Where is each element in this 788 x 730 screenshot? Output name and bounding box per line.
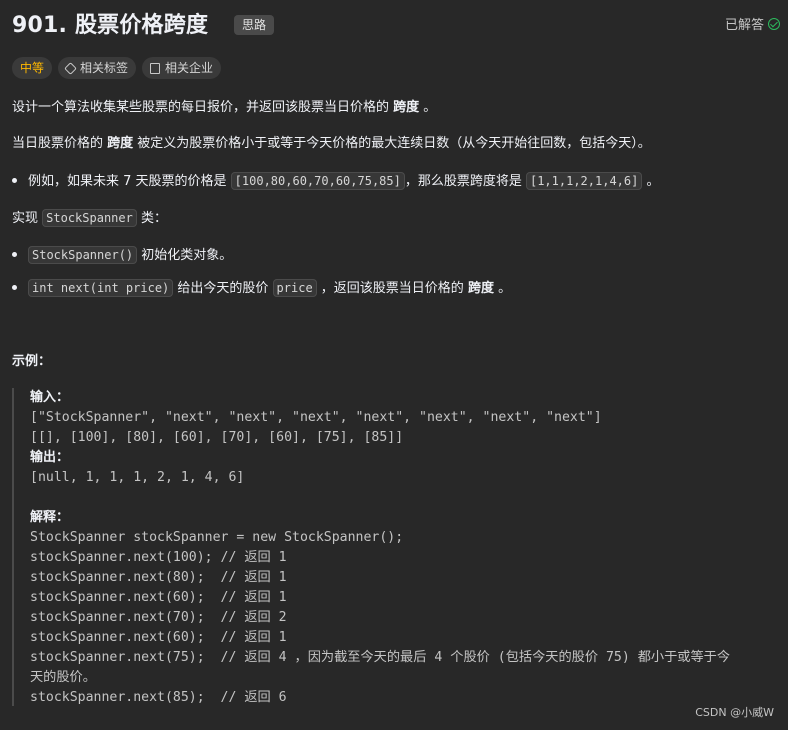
inline-code: price bbox=[272, 279, 317, 297]
inline-code: int next(int price) bbox=[28, 279, 174, 297]
text: 初始化类对象。 bbox=[137, 248, 233, 263]
solved-label: 已解答 bbox=[724, 18, 764, 33]
example-heading: 示例： bbox=[12, 354, 52, 369]
text: 给出今天的股价 bbox=[173, 281, 273, 296]
explain-label: 解释： bbox=[30, 510, 70, 525]
explain-line: stockSpanner.next(80); // 返回 1 bbox=[30, 570, 287, 585]
description-paragraph-1: 设计一个算法收集某些股票的每日报价，并返回该股票当日价格的 跨度 。 bbox=[12, 98, 436, 118]
next-method-bullet: int next(int price) 给出今天的股价 price ，返回该股票… bbox=[12, 278, 511, 299]
bold-text: 跨度 bbox=[467, 281, 494, 296]
text: 当日股票价格的 bbox=[12, 136, 108, 151]
difficulty-badge[interactable]: 中等 bbox=[12, 57, 53, 79]
explain-line: 天的股价。 bbox=[30, 670, 96, 685]
input-line-1: ["StockSpanner", "next", "next", "next",… bbox=[30, 410, 602, 425]
problem-header: 901. 股票价格跨度 思路 已解答 bbox=[12, 10, 780, 42]
explain-line: stockSpanner.next(60); // 返回 1 bbox=[30, 630, 287, 645]
building-icon bbox=[150, 62, 161, 74]
inline-code: StockSpanner() bbox=[28, 246, 138, 264]
problem-title[interactable]: 901. 股票价格跨度 bbox=[12, 10, 208, 42]
text: ，返回该股票当日价格的 bbox=[316, 281, 468, 296]
text: 实现 bbox=[12, 211, 43, 226]
constructor-bullet: StockSpanner() 初始化类对象。 bbox=[12, 245, 232, 266]
problem-page: 901. 股票价格跨度 思路 已解答 中等 相关标签 相关企业 设计一个算法收集… bbox=[0, 0, 788, 730]
related-tags-button[interactable]: 相关标签 bbox=[58, 57, 137, 79]
related-tags-label: 相关标签 bbox=[80, 61, 129, 75]
explain-line: stockSpanner.next(70); // 返回 2 bbox=[30, 610, 287, 625]
bold-text: 跨度 bbox=[107, 136, 134, 151]
output-line: [null, 1, 1, 1, 2, 1, 4, 6] bbox=[30, 470, 245, 485]
description-paragraph-2: 当日股票价格的 跨度 被定义为股票价格小于或等于今天价格的最大连续日数（从今天开… bbox=[12, 134, 651, 154]
check-circle-icon bbox=[768, 18, 780, 30]
tag-bar: 中等 相关标签 相关企业 bbox=[12, 57, 222, 81]
text: 类： bbox=[136, 211, 167, 226]
explain-line: stockSpanner.next(60); // 返回 1 bbox=[30, 590, 287, 605]
explain-line: stockSpanner.next(100); // 返回 1 bbox=[30, 550, 287, 565]
input-label: 输入： bbox=[30, 390, 70, 405]
hint-badge[interactable]: 思路 bbox=[234, 15, 275, 35]
text: ，那么股票跨度将是 bbox=[404, 174, 526, 189]
bullet-dot bbox=[12, 178, 17, 183]
example-code-block: 输入： ["StockSpanner", "next", "next", "ne… bbox=[12, 388, 778, 706]
example-bullet: 例如，如果未来 7 天股票的价格是 [100,80,60,70,60,75,85… bbox=[12, 171, 660, 192]
text: 例如，如果未来 7 天股票的价格是 bbox=[28, 174, 231, 189]
bullet-dot bbox=[12, 252, 17, 257]
text: 被定义为股票价格小于或等于今天价格的最大连续日数（从今天开始往回数，包括今天）。 bbox=[133, 136, 651, 151]
bold-text: 跨度 bbox=[393, 100, 420, 115]
text: 。 bbox=[642, 174, 660, 189]
input-line-2: [[], [100], [80], [60], [70], [60], [75]… bbox=[30, 430, 404, 445]
explain-line: StockSpanner stockSpanner = new StockSpa… bbox=[30, 530, 404, 545]
implement-line: 实现 StockSpanner 类： bbox=[12, 208, 167, 229]
inline-code: [1,1,1,2,1,4,6] bbox=[525, 172, 643, 190]
text: 。 bbox=[419, 100, 437, 115]
related-companies-button[interactable]: 相关企业 bbox=[142, 57, 222, 79]
bullet-dot bbox=[12, 285, 17, 290]
text: 。 bbox=[493, 281, 512, 296]
output-label: 输出： bbox=[30, 450, 70, 465]
explain-line: stockSpanner.next(75); // 返回 4 ，因为截至今天的最… bbox=[30, 650, 731, 665]
related-companies-label: 相关企业 bbox=[165, 61, 214, 75]
solved-status: 已解答 bbox=[725, 16, 780, 36]
watermark: CSDN @小威W bbox=[695, 706, 774, 719]
inline-code: StockSpanner bbox=[42, 209, 137, 227]
text: 设计一个算法收集某些股票的每日报价，并返回该股票当日价格的 bbox=[12, 100, 394, 115]
inline-code: [100,80,60,70,60,75,85] bbox=[230, 172, 405, 190]
explain-line: stockSpanner.next(85); // 返回 6 bbox=[30, 690, 287, 705]
tag-icon bbox=[64, 61, 77, 75]
